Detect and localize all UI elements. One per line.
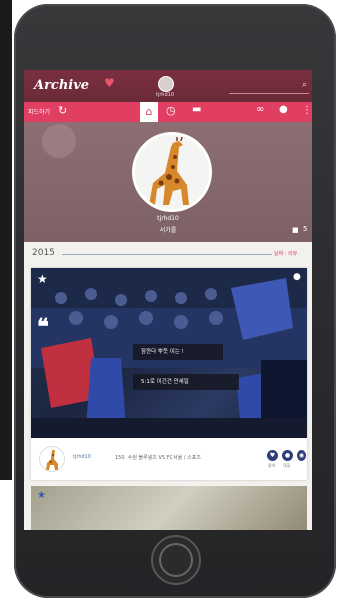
profile-username: tjrhd10 [157,215,179,222]
comment-bubble: 5:1로 이긴건 만세일 [133,374,239,390]
top-bar: Archive ♥ tjrhd10 ⌕ [24,70,312,102]
logo-mark-icon: ♥ [104,76,115,90]
cover-decoration [42,124,76,158]
comment-button[interactable]: ● [282,450,293,461]
bulb-icon[interactable]: ● [279,104,288,115]
search-input[interactable]: ⌕ [229,80,309,94]
profile-subtitle: 서가를 [159,227,177,234]
year-divider: 2015 날짜 · 리뷰 [24,246,312,262]
star-icon[interactable]: ★ [37,490,46,501]
home-button[interactable] [151,535,201,585]
year-line [62,254,272,255]
year-label: 2015 [32,248,55,258]
more-icon[interactable]: ⋮ [302,105,312,116]
tab-feed-label[interactable]: 피드하기 [28,107,50,116]
post-title: 150. 수원 블루윙즈 VS FC서울 / 스포츠 [115,455,201,461]
like-button[interactable]: ♥ [267,450,278,461]
post-card[interactable]: ★ ❝ ● 잠깐다 뿌듯 이는 ! 5:1로 이긴건 만세일 tjrhd10 1… [31,268,307,480]
giraffe-icon [46,450,58,470]
tab-clock-icon[interactable]: ◷ [166,104,176,117]
mini-avatar[interactable] [158,76,174,92]
tab-chat-icon[interactable]: ▬ [192,104,201,115]
refresh-icon[interactable]: ↻ [58,104,67,117]
share-button[interactable]: ◉ [297,450,306,461]
post-author-avatar[interactable] [39,446,65,472]
tab-home-icon[interactable]: ⌂ [140,102,158,122]
link-icon[interactable]: ∞ [256,104,264,115]
comment-bubble: 잠깐다 뿌듯 이는 ! [133,344,223,360]
app-logo[interactable]: Archive [34,78,89,93]
quote-icon: ❝ [37,314,49,340]
post-author[interactable]: tjrhd10 [73,454,91,460]
folder-icon[interactable]: ■ [292,226,299,234]
background-strip [0,0,12,480]
post-photo[interactable]: ★ ❝ ● 잠깐다 뿌듯 이는 ! 5:1로 이긴건 만세일 [31,268,307,438]
corner-icon[interactable]: ● [293,272,301,282]
profile-avatar[interactable] [132,132,212,212]
folder-count: 5 [303,225,308,233]
mini-username: tjrhd10 [155,92,175,98]
giraffe-icon [135,135,209,209]
post-footer: tjrhd10 150. 수원 블루윙즈 VS FC서울 / 스포츠 ♥ ● ◉… [31,438,307,480]
like-label: 좋아 [268,463,276,468]
search-icon[interactable]: ⌕ [302,80,307,90]
comment-label: 댓글 [283,463,291,468]
sort-label[interactable]: 날짜 · 리뷰 [274,250,297,257]
post-card-next[interactable]: ★ [31,486,307,530]
star-icon[interactable]: ★ [37,272,48,286]
tab-bar: 피드하기 ↻ ⌂ ◷ ▬ ∞ ● ⋮ [24,102,312,122]
phone-screen: Archive ♥ tjrhd10 ⌕ 피드하기 ↻ ⌂ ◷ ▬ ∞ ● ⋮ t… [24,70,312,530]
